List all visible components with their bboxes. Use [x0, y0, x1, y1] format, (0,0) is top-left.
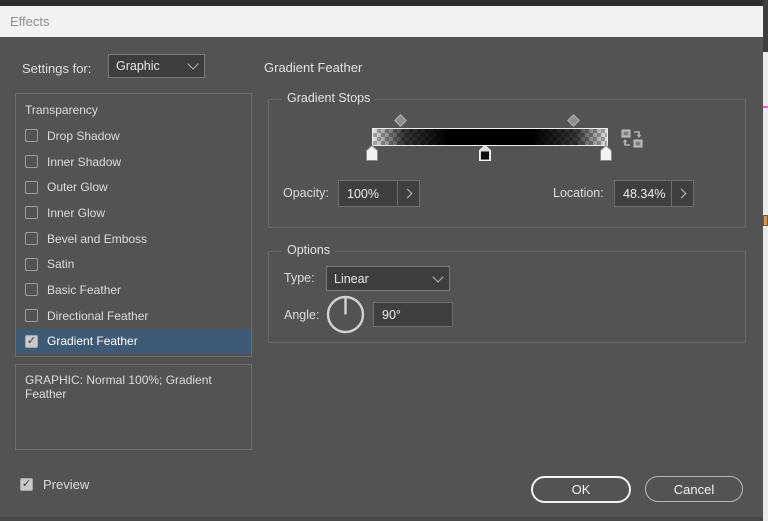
- preview-label: Preview: [43, 477, 89, 492]
- effect-row-basic-feather[interactable]: ✓ Basic Feather: [16, 277, 251, 303]
- effect-row-drop-shadow[interactable]: ✓ Drop Shadow: [16, 123, 251, 149]
- preview-row: ✓ Preview: [20, 477, 89, 492]
- preview-checkbox[interactable]: ✓: [20, 478, 33, 491]
- effect-label: Directional Feather: [47, 309, 148, 323]
- effect-row-inner-glow[interactable]: ✓ Inner Glow: [16, 200, 251, 226]
- background-page-object: [763, 215, 768, 226]
- options-legend: Options: [282, 243, 335, 257]
- background-pasteboard: [763, 0, 768, 52]
- gradient-ramp-overlay: [373, 129, 607, 145]
- dialog-titlebar[interactable]: Effects: [0, 6, 763, 37]
- reverse-gradient-icon[interactable]: [621, 128, 644, 154]
- gradient-midpoint-icon[interactable]: [567, 114, 580, 127]
- effect-row-bevel-and-emboss[interactable]: ✓ Bevel and Emboss: [16, 226, 251, 252]
- gradient-midpoint-icon[interactable]: [394, 114, 407, 127]
- effect-label: Gradient Feather: [47, 334, 138, 348]
- angle-field[interactable]: 90°: [373, 302, 453, 327]
- opacity-value[interactable]: 100%: [339, 181, 397, 206]
- opacity-spinner[interactable]: [397, 181, 419, 206]
- gradient-stop-start[interactable]: [366, 145, 378, 161]
- angle-label: Angle:: [284, 308, 319, 322]
- effect-label: Basic Feather: [47, 283, 121, 297]
- checkbox-bevel-and-emboss[interactable]: ✓: [25, 232, 38, 245]
- gradient-ramp[interactable]: [372, 128, 608, 146]
- settings-for-dropdown[interactable]: Graphic: [108, 54, 205, 78]
- effect-label: Bevel and Emboss: [47, 232, 147, 246]
- ok-button[interactable]: OK: [531, 476, 631, 503]
- type-label: Type:: [284, 271, 315, 285]
- check-icon: ✓: [27, 336, 36, 347]
- effect-row-outer-glow[interactable]: ✓ Outer Glow: [16, 174, 251, 200]
- effect-label: Outer Glow: [47, 180, 108, 194]
- angle-dial[interactable]: [325, 294, 366, 335]
- options-group: Options Type: Linear Angle: 90°: [268, 251, 746, 343]
- effect-label: Satin: [47, 257, 74, 271]
- panel-title: Gradient Feather: [264, 60, 362, 75]
- checkbox-drop-shadow[interactable]: ✓: [25, 129, 38, 142]
- effect-label: Drop Shadow: [47, 129, 120, 143]
- opacity-label: Opacity:: [283, 186, 329, 200]
- gradient-stop-end[interactable]: [600, 145, 612, 161]
- checkbox-inner-shadow[interactable]: ✓: [25, 155, 38, 168]
- gradient-stops-group: Gradient Stops: [268, 99, 746, 228]
- chevron-right-icon: [677, 189, 687, 199]
- effects-list: Transparency ✓ Drop Shadow ✓ Inner Shado…: [15, 93, 252, 357]
- effect-row-gradient-feather[interactable]: ✓ Gradient Feather: [16, 329, 251, 355]
- type-dropdown[interactable]: Linear: [326, 266, 450, 291]
- opacity-field[interactable]: 100%: [338, 180, 420, 207]
- effect-label: Inner Glow: [47, 206, 105, 220]
- checkbox-outer-glow[interactable]: ✓: [25, 181, 38, 194]
- gradient-stop-selected[interactable]: [479, 145, 491, 161]
- settings-for-value: Graphic: [116, 59, 189, 73]
- location-field[interactable]: 48.34%: [614, 180, 694, 207]
- chevron-down-icon: [187, 58, 198, 69]
- location-spinner[interactable]: [671, 181, 693, 206]
- effects-summary-box: GRAPHIC: Normal 100%; Gradient Feather: [15, 364, 252, 450]
- effect-row-inner-shadow[interactable]: ✓ Inner Shadow: [16, 149, 251, 175]
- chevron-down-icon: [432, 271, 443, 282]
- background-document-strip: [763, 0, 768, 521]
- check-icon: ✓: [22, 479, 31, 490]
- type-value: Linear: [334, 272, 434, 286]
- settings-for-label: Settings for:: [22, 61, 91, 76]
- effect-row-directional-feather[interactable]: ✓ Directional Feather: [16, 303, 251, 329]
- checkbox-basic-feather[interactable]: ✓: [25, 283, 38, 296]
- dialog-bottom-edge: [0, 517, 763, 521]
- location-label: Location:: [553, 186, 604, 200]
- location-value[interactable]: 48.34%: [615, 181, 671, 206]
- effect-row-satin[interactable]: ✓ Satin: [16, 251, 251, 277]
- effects-summary-text: GRAPHIC: Normal 100%; Gradient Feather: [25, 373, 212, 401]
- checkbox-directional-feather[interactable]: ✓: [25, 309, 38, 322]
- dialog-title: Effects: [10, 14, 50, 29]
- cancel-button[interactable]: Cancel: [645, 476, 743, 502]
- chevron-right-icon: [403, 189, 413, 199]
- ok-button-label: OK: [572, 482, 591, 497]
- angle-value[interactable]: 90°: [382, 308, 401, 322]
- effect-label: Inner Shadow: [47, 155, 121, 169]
- gradient-stops-legend: Gradient Stops: [282, 91, 375, 105]
- checkbox-satin[interactable]: ✓: [25, 258, 38, 271]
- checkbox-inner-glow[interactable]: ✓: [25, 206, 38, 219]
- checkbox-gradient-feather[interactable]: ✓: [25, 335, 38, 348]
- effects-dialog: Effects Settings for: Graphic Transparen…: [0, 0, 763, 521]
- background-guide-line: [763, 106, 768, 108]
- cancel-button-label: Cancel: [674, 482, 714, 497]
- effects-list-header[interactable]: Transparency: [16, 101, 251, 123]
